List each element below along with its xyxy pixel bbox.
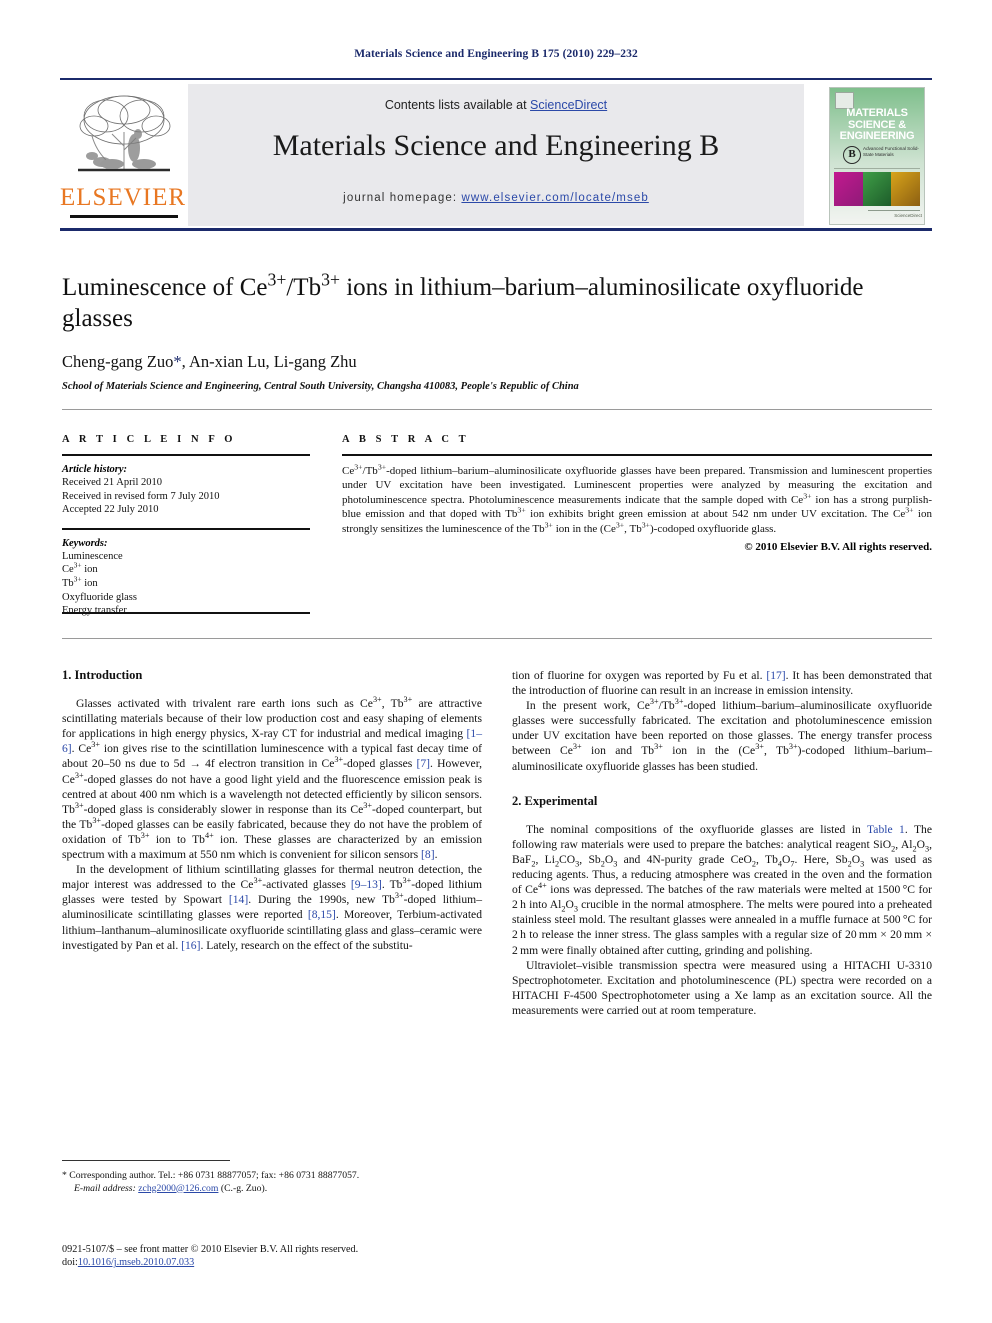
email-label: E-mail address: — [74, 1182, 136, 1194]
article-info-section: A R T I C L E I N F O Article history: R… — [62, 434, 310, 618]
intro-paragraph-3: In the present work, Ce3+/Tb3+-doped lit… — [512, 697, 933, 773]
keyword-item: Energy transfer — [62, 605, 127, 617]
email-link[interactable]: zchg2000@126.com — [138, 1183, 218, 1194]
citation-ref[interactable]: [8,15] — [308, 908, 336, 921]
journal-homepage-link[interactable]: www.elsevier.com/locate/mseb — [461, 192, 648, 204]
body-top-divider — [62, 638, 932, 639]
experimental-paragraph-1: The nominal compositions of the oxyfluor… — [512, 822, 932, 957]
email-suffix: (C.-g. Zuo). — [218, 1182, 268, 1194]
cover-image-strip — [834, 172, 921, 206]
masthead-bottom-rule — [60, 228, 932, 231]
section-heading-introduction: 1. Introduction — [62, 668, 143, 682]
email-note: E-mail address: zchg2000@126.com (C.-g. … — [62, 1183, 482, 1196]
citation-ref[interactable]: [8] — [421, 848, 435, 861]
keyword-item: Luminescence — [62, 550, 123, 562]
elsevier-underline — [70, 215, 178, 218]
homepage-prefix: journal homepage: — [343, 192, 462, 204]
citation-ref[interactable]: [9–13] — [351, 878, 382, 891]
article-info-bottom-rule — [62, 612, 310, 614]
cover-title: MATERIALS SCIENCE & ENGINEERING — [834, 107, 920, 143]
keywords-rule — [62, 527, 310, 530]
citation-ref[interactable]: [1–6] — [62, 727, 482, 755]
article-history-item: Accepted 22 July 2010 — [62, 504, 159, 516]
article-info-heading: A R T I C L E I N F O — [62, 434, 237, 445]
abstract-section: A B S T R A C T Ce3+/Tb3+-doped lithium–… — [342, 434, 932, 553]
issn-copyright-block: 0921-5107/$ – see front matter © 2010 El… — [62, 1243, 532, 1270]
abstract-text: Ce3+/Tb3+-doped lithium–barium–aluminosi… — [342, 462, 932, 535]
keyword-item: Tb3+ ion — [62, 574, 98, 589]
elsevier-logo: ELSEVIER — [60, 84, 186, 226]
body-column-left: 1. Introduction Glasses activated with t… — [62, 668, 482, 953]
issn-line: 0921-5107/$ – see front matter © 2010 El… — [62, 1244, 359, 1255]
cover-image-magenta — [834, 172, 863, 206]
experimental-paragraph-2: Ultraviolet–visible transmission spectra… — [512, 958, 932, 1017]
journal-homepage-line: journal homepage: www.elsevier.com/locat… — [188, 192, 804, 204]
doi-link[interactable]: 10.1016/j.mseb.2010.07.033 — [78, 1257, 194, 1268]
cover-footer-text: ScienceDirect — [894, 213, 922, 218]
affiliation: School of Materials Science and Engineer… — [62, 381, 579, 392]
article-history-item: Received 21 April 2010 — [62, 477, 163, 488]
journal-info-panel: Contents lists available at ScienceDirec… — [188, 84, 804, 226]
doi-line: doi:10.1016/j.mseb.2010.07.033 — [62, 1256, 532, 1269]
journal-masthead: ELSEVIER Contents lists available at Sci… — [60, 78, 932, 231]
cover-series-badge: B — [843, 146, 861, 164]
citation-ref[interactable]: [14] — [229, 893, 248, 906]
elsevier-wordmark: ELSEVIER — [60, 184, 187, 211]
article-info-rule — [62, 454, 310, 456]
cover-subtitle: Advanced Functional Solid-State Material… — [863, 146, 919, 157]
footnote-divider — [62, 1160, 230, 1161]
journal-cover-thumbnail: MATERIALS SCIENCE & ENGINEERING B Advanc… — [820, 84, 932, 226]
running-head: Materials Science and Engineering B 175 … — [354, 48, 638, 60]
corresponding-author-marker: * — [173, 352, 182, 371]
cover-footer-rule — [868, 210, 920, 211]
cover-image-orange — [891, 172, 921, 206]
abstract-heading: A B S T R A C T — [342, 434, 470, 445]
doi-label: doi: — [62, 1257, 78, 1269]
cover-title-line-3: ENGINEERING — [839, 130, 915, 142]
title-divider — [62, 409, 932, 410]
journal-title: Materials Science and Engineering B — [272, 129, 720, 162]
article-history-title: Article history: — [62, 464, 128, 475]
citation-ref[interactable]: [16] — [181, 939, 200, 952]
intro-paragraph-2-continued: tion of fluorine for oxygen was reported… — [512, 669, 933, 698]
cover-artwork: MATERIALS SCIENCE & ENGINEERING B Advanc… — [829, 87, 925, 225]
footnote-block: * Corresponding author. Tel.: +86 0731 8… — [62, 1170, 482, 1195]
abstract-copyright: © 2010 Elsevier B.V. All rights reserved… — [744, 541, 932, 554]
contents-available-line: Contents lists available at ScienceDirec… — [188, 98, 804, 112]
citation-ref[interactable]: [17] — [766, 669, 785, 682]
cover-title-line-1: MATERIALS — [846, 107, 908, 119]
paper-page: Materials Science and Engineering B 175 … — [0, 0, 992, 1323]
corresponding-author-note: * Corresponding author. Tel.: +86 0731 8… — [62, 1170, 360, 1181]
keyword-item: Ce3+ ion — [62, 560, 98, 576]
masthead-top-rule — [60, 78, 932, 80]
title-block: Luminescence of Ce3+/Tb3+ ions in lithiu… — [62, 269, 932, 392]
section-heading-experimental: 2. Experimental — [512, 793, 598, 808]
intro-paragraph-1: Glasses activated with trivalent rare ea… — [62, 695, 483, 862]
citation-ref[interactable]: [7] — [416, 757, 430, 770]
cover-image-green — [862, 172, 892, 206]
table-1-ref[interactable]: Table 1 — [867, 823, 905, 836]
elsevier-tree-icon — [72, 90, 176, 182]
abstract-rule — [342, 454, 932, 456]
intro-paragraph-2: In the development of lithium scintillat… — [62, 863, 483, 952]
page-title: Luminescence of Ce3+/Tb3+ ions in lithiu… — [62, 269, 864, 332]
body-column-right: tion of fluorine for oxygen was reported… — [512, 668, 932, 1018]
keyword-item: Oxyfluoride glass — [62, 591, 137, 603]
article-history-item: Received in revised form 7 July 2010 — [62, 490, 220, 502]
keywords-title: Keywords: — [62, 537, 108, 549]
sciencedirect-link[interactable]: ScienceDirect — [530, 98, 607, 112]
cover-divider — [834, 168, 920, 169]
author-list: Cheng-gang Zuo*, An-xian Lu, Li-gang Zhu — [62, 352, 357, 371]
contents-prefix: Contents lists available at — [384, 98, 531, 112]
